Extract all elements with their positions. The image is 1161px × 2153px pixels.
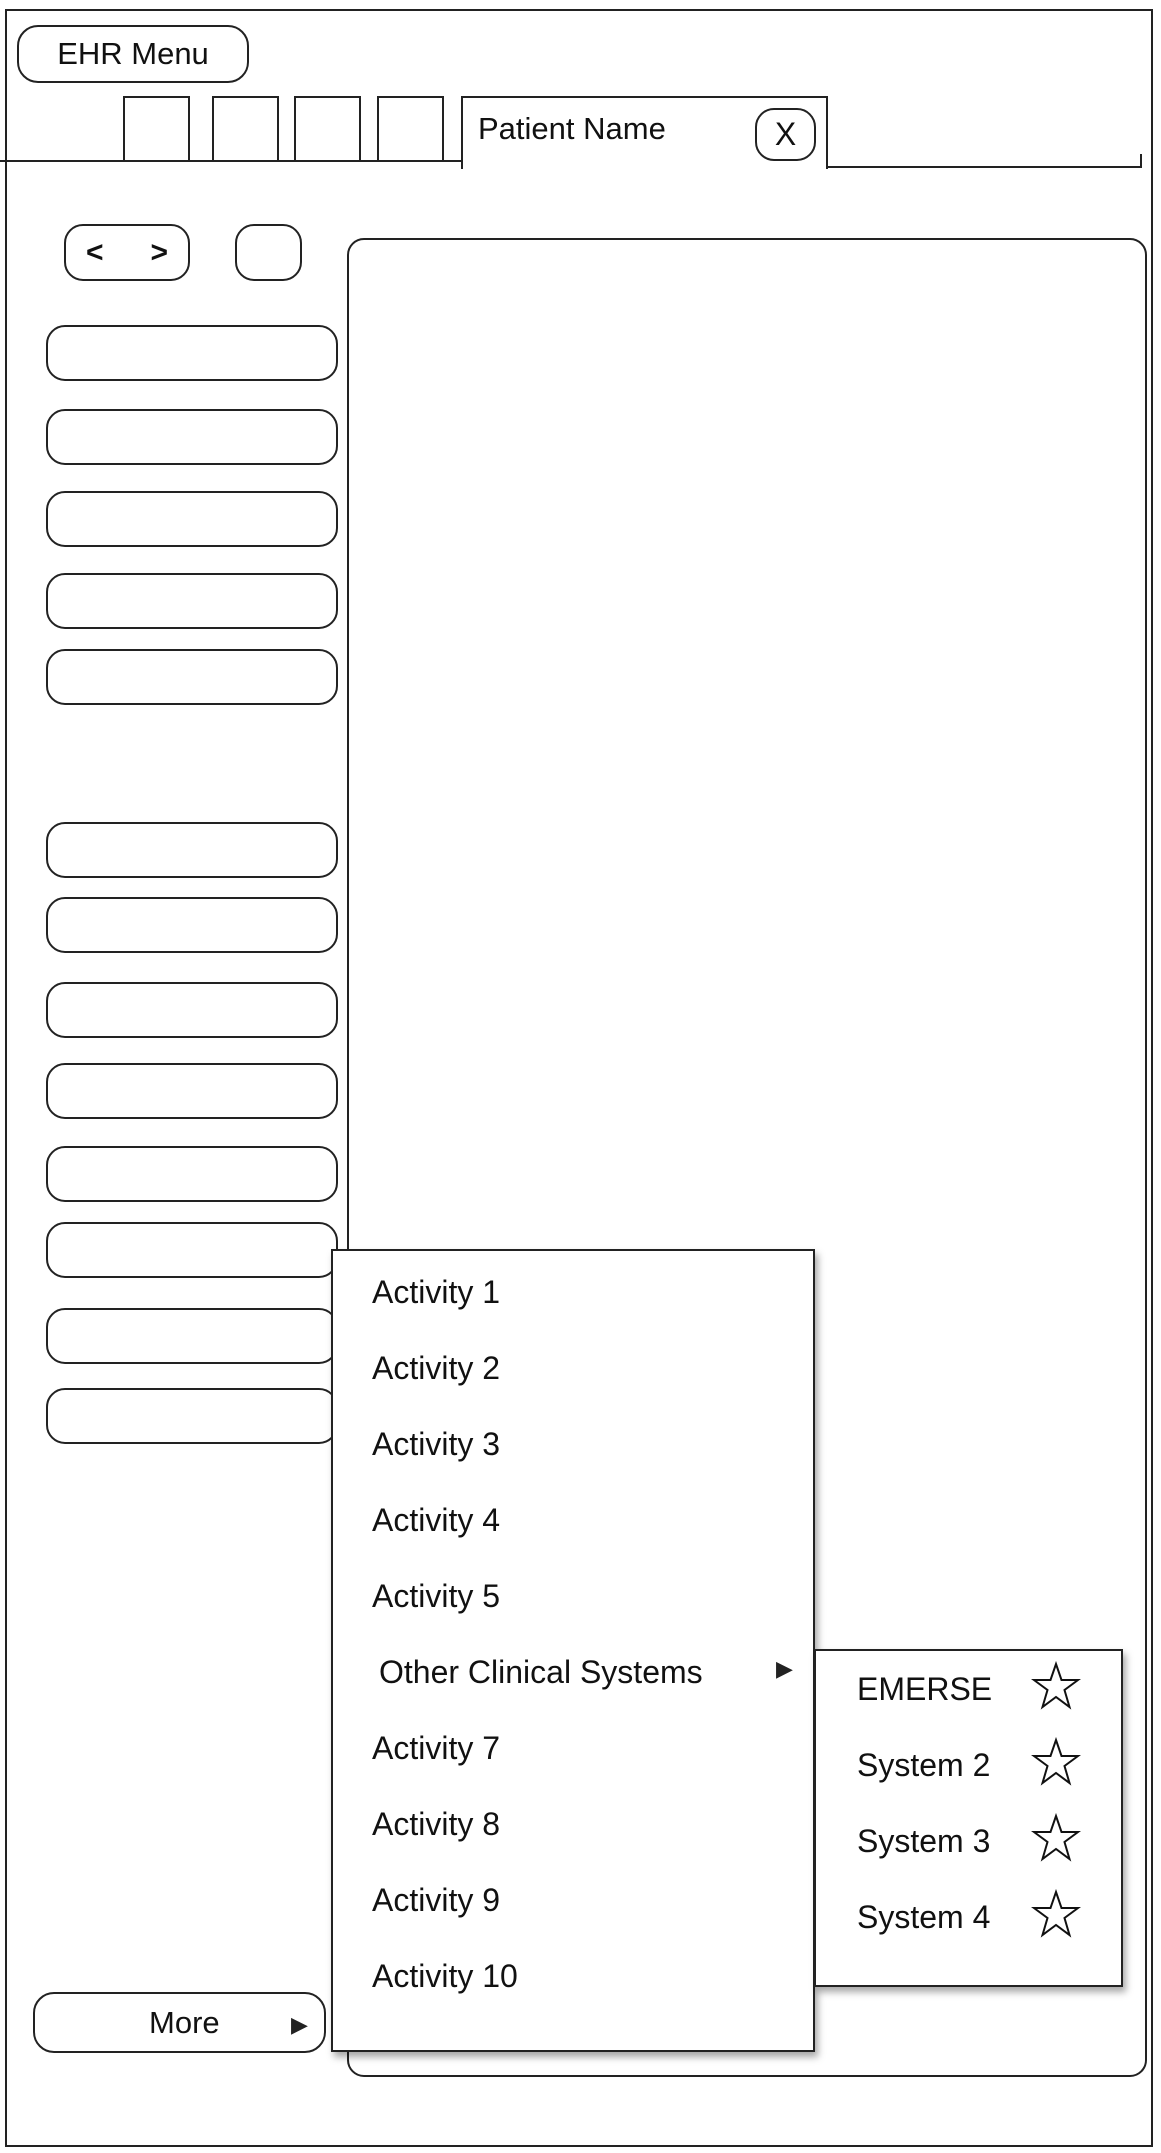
sidebar-button[interactable] <box>46 1146 338 1202</box>
menu-item-label: Activity 9 <box>372 1881 501 1918</box>
sidebar-button[interactable] <box>46 573 338 629</box>
submenu-item-label: System 3 <box>857 1822 991 1859</box>
forward-button[interactable]: > <box>150 236 168 270</box>
toolbar-extra-button[interactable] <box>235 224 302 281</box>
ehr-menu-label: EHR Menu <box>57 36 209 71</box>
menu-item-label: Activity 3 <box>372 1425 501 1462</box>
history-nav-button: < > <box>64 224 190 281</box>
tab-2[interactable] <box>212 96 279 162</box>
menu-item-label: Activity 1 <box>372 1273 501 1310</box>
menu-item-activity-1[interactable]: Activity 1 <box>333 1254 813 1330</box>
sidebar-button[interactable] <box>46 649 338 705</box>
submenu-item-emerse[interactable]: EMERSE <box>816 1651 1121 1727</box>
sidebar-button[interactable] <box>46 897 338 953</box>
menu-item-activity-2[interactable]: Activity 2 <box>333 1330 813 1406</box>
triangle-right-icon: ▶ <box>291 2012 308 2037</box>
menu-item-activity-4[interactable]: Activity 4 <box>333 1482 813 1558</box>
menu-item-label: Other Clinical Systems <box>379 1653 703 1690</box>
more-label: More <box>149 2005 220 2040</box>
tab-4[interactable] <box>377 96 444 162</box>
star-outline-icon[interactable] <box>1031 1889 1081 1939</box>
submenu-item-label: EMERSE <box>857 1670 993 1707</box>
menu-item-activity-10[interactable]: Activity 10 <box>333 1938 813 2014</box>
sidebar-button[interactable] <box>46 1388 338 1444</box>
menu-item-activity-8[interactable]: Activity 8 <box>333 1786 813 1862</box>
sidebar-button[interactable] <box>46 409 338 465</box>
menu-item-label: Activity 5 <box>372 1577 501 1614</box>
menu-item-other-clinical-systems[interactable]: Other Clinical Systems ▶ <box>333 1634 813 1710</box>
menu-item-activity-5[interactable]: Activity 5 <box>333 1558 813 1634</box>
submenu-item-system-2[interactable]: System 2 <box>816 1727 1121 1803</box>
menu-item-activity-7[interactable]: Activity 7 <box>333 1710 813 1786</box>
tab-strip-end-tick <box>1140 154 1142 168</box>
submenu-arrow-icon: ▶ <box>776 1656 793 1681</box>
star-outline-icon[interactable] <box>1031 1737 1081 1787</box>
tab-1[interactable] <box>123 96 190 162</box>
menu-item-label: Activity 2 <box>372 1349 501 1386</box>
tab-strip-baseline-right <box>827 166 1142 168</box>
menu-item-label: Activity 8 <box>372 1805 501 1842</box>
back-button[interactable]: < <box>86 236 104 270</box>
sidebar-button[interactable] <box>46 822 338 878</box>
star-outline-icon[interactable] <box>1031 1813 1081 1863</box>
sidebar-button[interactable] <box>46 325 338 381</box>
sidebar-button[interactable] <box>46 1308 338 1364</box>
sidebar-button[interactable] <box>46 1063 338 1119</box>
sidebar-button[interactable] <box>46 1222 338 1278</box>
menu-item-activity-9[interactable]: Activity 9 <box>333 1862 813 1938</box>
tab-3[interactable] <box>294 96 361 162</box>
menu-item-label: Activity 7 <box>372 1729 501 1766</box>
close-patient-tab-button[interactable]: X <box>755 108 816 161</box>
more-button[interactable]: More ▶ <box>33 1992 326 2053</box>
menu-item-label: Activity 4 <box>372 1501 501 1538</box>
star-outline-icon[interactable] <box>1031 1661 1081 1711</box>
submenu-item-system-4[interactable]: System 4 <box>816 1879 1121 1955</box>
menu-item-label: Activity 10 <box>372 1957 518 1994</box>
other-clinical-systems-submenu: EMERSE System 2 System 3 System 4 <box>814 1649 1123 1987</box>
sidebar-button[interactable] <box>46 491 338 547</box>
more-dropdown-menu: Activity 1 Activity 2 Activity 3 Activit… <box>331 1249 815 2052</box>
sidebar-button[interactable] <box>46 982 338 1038</box>
submenu-item-label: System 2 <box>857 1746 991 1783</box>
ehr-menu-button[interactable]: EHR Menu <box>17 25 249 83</box>
patient-tab-label: Patient Name <box>478 111 666 146</box>
close-icon: X <box>774 116 797 152</box>
submenu-item-system-3[interactable]: System 3 <box>816 1803 1121 1879</box>
submenu-item-label: System 4 <box>857 1898 991 1935</box>
menu-item-activity-3[interactable]: Activity 3 <box>333 1406 813 1482</box>
